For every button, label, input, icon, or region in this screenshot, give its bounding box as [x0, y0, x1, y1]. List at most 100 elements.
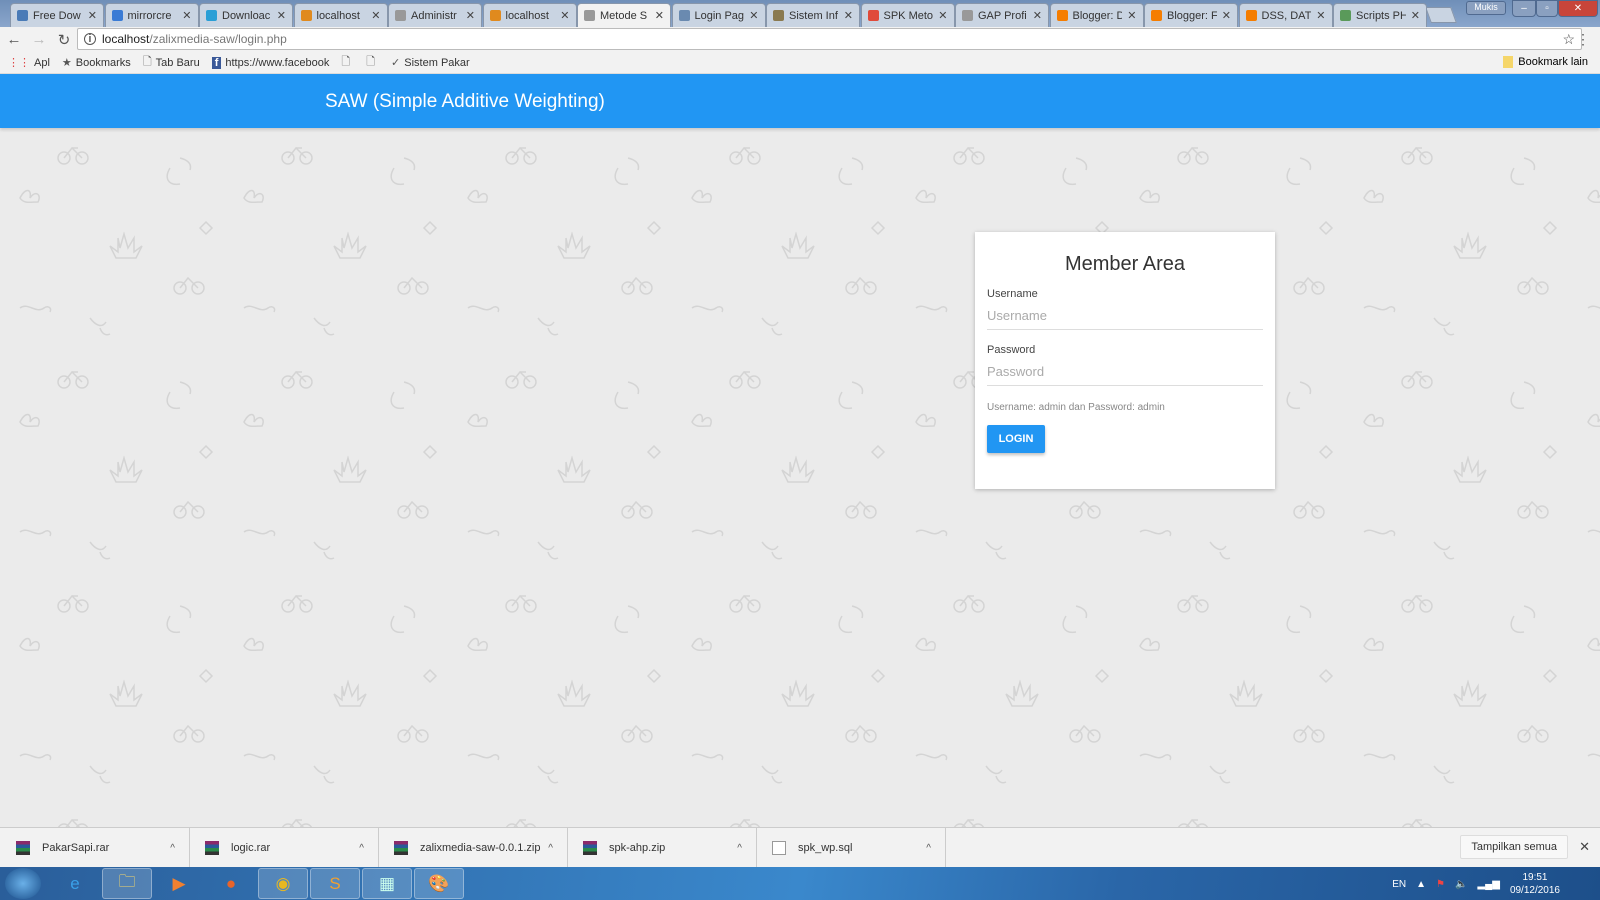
clock[interactable]: 19:51 09/12/2016 [1510, 871, 1560, 897]
download-item[interactable]: zalixmedia-saw-0.0.1.zip ^ [378, 828, 568, 868]
tab[interactable]: Scripts PH ✕ [1333, 3, 1427, 27]
close-tab-icon[interactable]: ✕ [88, 9, 97, 22]
volume-icon[interactable]: 🔈 [1455, 879, 1467, 890]
password-label: Password [987, 344, 1036, 356]
internet-explorer-icon[interactable]: e [50, 868, 100, 899]
profile-button[interactable]: Mukis [1466, 1, 1506, 15]
bookmark-item[interactable]: 🗋 Tab Baru [143, 53, 200, 72]
archive-icon [205, 841, 219, 855]
bookmark-item[interactable]: ✓ Sistem Pakar [391, 56, 470, 70]
password-input[interactable] [987, 356, 1263, 386]
close-tab-icon[interactable]: ✕ [371, 9, 380, 22]
maximize-button[interactable]: ▫ [1536, 0, 1558, 17]
paint-icon[interactable]: 🎨 [414, 868, 464, 899]
network-icon[interactable]: ▂▄▆ [1477, 879, 1499, 890]
url-path: /zalixmedia-saw/login.php [149, 32, 287, 46]
apps-icon: ⋮⋮ [8, 57, 30, 69]
bookmark-item[interactable]: f https://www.facebook [211, 56, 329, 69]
chevron-up-icon[interactable]: ^ [359, 843, 364, 854]
tab[interactable]: localhost ✕ [293, 3, 388, 27]
close-tab-icon[interactable]: ✕ [1411, 9, 1420, 22]
close-tab-icon[interactable]: ✕ [560, 9, 569, 22]
close-tab-icon[interactable]: ✕ [749, 9, 758, 22]
tab[interactable]: Login Pag ✕ [671, 3, 766, 27]
action-center-icon[interactable]: ⚑ [1436, 879, 1445, 890]
check-icon [1340, 10, 1351, 21]
new-tab-button[interactable] [1425, 7, 1457, 23]
tab[interactable]: localhost ✕ [482, 3, 577, 27]
close-tab-icon[interactable]: ✕ [277, 9, 286, 22]
tab[interactable]: GAP Profi ✕ [955, 3, 1049, 27]
download-item[interactable]: spk_wp.sql ^ [756, 828, 946, 868]
firefox-icon[interactable]: ● [206, 868, 256, 899]
tab[interactable]: Administr ✕ [388, 3, 482, 27]
chevron-up-icon[interactable]: ^ [548, 843, 553, 854]
login-button[interactable]: LOGIN [987, 425, 1045, 453]
close-tab-icon[interactable]: ✕ [1033, 9, 1042, 22]
control-panel-icon[interactable]: ▦ [362, 868, 412, 899]
bookmark-item[interactable]: ⋮⋮ Apl [8, 56, 50, 70]
download-item[interactable]: PakarSapi.rar ^ [0, 828, 190, 868]
chrome-icon[interactable]: ◉ [258, 868, 308, 899]
close-tab-icon[interactable]: ✕ [844, 9, 853, 22]
username-input[interactable] [987, 300, 1263, 330]
pma-icon [300, 10, 312, 21]
show-hidden-icons[interactable]: ▲ [1416, 879, 1426, 890]
show-all-downloads-button[interactable]: Tampilkan semua [1460, 835, 1568, 859]
close-tab-icon[interactable]: ✕ [466, 9, 475, 22]
other-bookmarks-label: Bookmark lain [1518, 56, 1588, 68]
bookmark-item[interactable]: 🗋 [341, 53, 354, 72]
minimize-button[interactable]: – [1512, 0, 1536, 17]
taskbar: EN ▲ ⚑ 🔈 ▂▄▆ 19:51 09/12/2016 e 🗀 ▶ ● ◉ S ▦ 🎨 [0, 867, 1600, 900]
tab-title: Metode S [600, 9, 648, 22]
tab[interactable]: Metode S ✕ [577, 3, 671, 27]
file-explorer-icon[interactable]: 🗀 [102, 868, 152, 899]
close-downloads-icon[interactable]: ✕ [1579, 839, 1590, 855]
download-item[interactable]: spk-ahp.zip ^ [567, 828, 757, 868]
close-tab-icon[interactable]: ✕ [1222, 9, 1231, 22]
address-bar[interactable]: i localhost/zalixmedia-saw/login.php ☆ [77, 28, 1582, 50]
tab[interactable]: Downloac ✕ [199, 3, 293, 27]
tab[interactable]: mirrorcre ✕ [104, 3, 199, 27]
tab-title: SPK Meto [883, 9, 934, 22]
chevron-up-icon[interactable]: ^ [170, 843, 175, 854]
close-tab-icon[interactable]: ✕ [182, 9, 191, 22]
back-icon[interactable]: ← [3, 31, 25, 48]
tab[interactable]: Free Dow ✕ [10, 3, 104, 27]
sublime-text-icon[interactable]: S [310, 868, 360, 899]
app-title: SAW (Simple Additive Weighting) [325, 91, 605, 112]
menu-icon[interactable]: ⋮ [1576, 31, 1590, 48]
start-button[interactable] [5, 868, 41, 899]
close-tab-icon[interactable]: ✕ [938, 9, 947, 22]
page-icon [584, 10, 595, 21]
tab[interactable]: Sistem Inf ✕ [766, 3, 860, 27]
tab-title: Login Pag [694, 9, 745, 22]
credentials-hint: Username: admin dan Password: admin [987, 402, 1165, 413]
download-item[interactable]: logic.rar ^ [189, 828, 379, 868]
page-icon: 🗋 [366, 56, 376, 68]
forward-icon[interactable]: → [28, 31, 50, 48]
tab[interactable]: Blogger: D ✕ [1049, 3, 1144, 27]
tab[interactable]: Blogger: F ✕ [1144, 3, 1238, 27]
bookmark-item[interactable]: 🗋 [366, 53, 379, 72]
chevron-up-icon[interactable]: ^ [926, 843, 931, 854]
media-player-icon[interactable]: ▶ [154, 868, 204, 899]
chevron-up-icon[interactable]: ^ [737, 843, 742, 854]
close-tab-icon[interactable]: ✕ [1127, 9, 1136, 22]
bookmark-label: Tab Baru [155, 56, 200, 69]
tab-title: Sistem Inf [789, 9, 838, 22]
download-filename: spk-ahp.zip [609, 842, 666, 854]
language-indicator[interactable]: EN [1392, 879, 1406, 890]
tab[interactable]: SPK Meto ✕ [860, 3, 955, 27]
close-window-button[interactable]: ✕ [1558, 0, 1598, 17]
bookmark-star-icon[interactable]: ☆ [1562, 31, 1575, 48]
close-tab-icon[interactable]: ✕ [655, 9, 664, 22]
close-tab-icon[interactable]: ✕ [1316, 9, 1325, 22]
tab[interactable]: DSS, DAT ✕ [1238, 3, 1333, 27]
bookmark-item[interactable]: ★ Bookmarks [62, 56, 131, 70]
reload-icon[interactable]: ↻ [53, 31, 75, 49]
other-bookmarks[interactable]: Bookmark lain [1503, 56, 1588, 68]
archive-icon [583, 841, 597, 855]
info-icon[interactable]: i [84, 33, 96, 45]
bookmark-label: Apl [34, 56, 50, 69]
